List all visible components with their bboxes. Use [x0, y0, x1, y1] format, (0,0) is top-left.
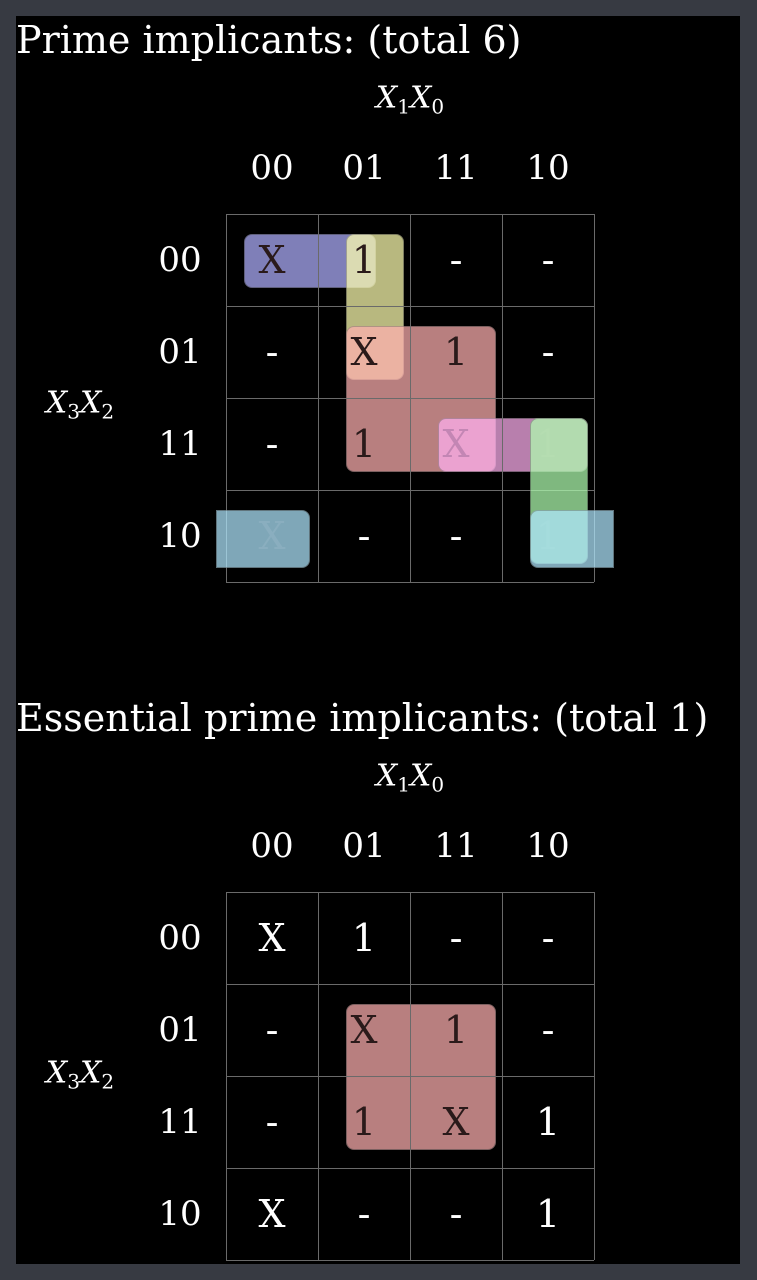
- section-heading: Essential prime implicants: (total 1): [16, 696, 709, 740]
- column-label: 11: [434, 148, 478, 188]
- var-letter: X: [375, 80, 398, 116]
- row-label: 01: [158, 1010, 202, 1050]
- map-cell: -: [265, 422, 279, 466]
- map-cell: 1: [351, 1100, 377, 1144]
- grid-line: [226, 398, 594, 399]
- map-cell: X: [258, 916, 286, 960]
- map-cell: -: [541, 916, 555, 960]
- map-cell: 1: [535, 1100, 561, 1144]
- implicant-highlight: [530, 510, 614, 568]
- var-subscript: 0: [431, 772, 445, 797]
- column-label: 00: [250, 148, 294, 188]
- map-cell: -: [449, 916, 463, 960]
- grid-line: [502, 892, 503, 1260]
- var-subscript: 1: [397, 94, 410, 119]
- map-cell: -: [265, 1100, 279, 1144]
- grid-line: [226, 1076, 594, 1077]
- var-letter: X: [410, 80, 432, 116]
- column-label: 01: [342, 826, 386, 866]
- map-cell: -: [265, 330, 279, 374]
- map-cell: -: [449, 1192, 463, 1236]
- map-cell: 1: [535, 1192, 561, 1236]
- map-cell: 1: [443, 330, 469, 374]
- map-cell: -: [357, 514, 371, 558]
- var-subscript: 3: [67, 399, 80, 424]
- map-cell: -: [265, 1008, 279, 1052]
- var-subscript: 0: [431, 94, 445, 119]
- row-label: 10: [158, 516, 202, 556]
- row-label: 11: [158, 424, 202, 464]
- column-label: 11: [434, 826, 478, 866]
- map-cell: -: [541, 1008, 555, 1052]
- var-subscript: 2: [101, 399, 115, 424]
- grid-line: [594, 892, 595, 1260]
- grid-line: [226, 1260, 594, 1261]
- section-heading: Prime implicants: (total 6): [16, 18, 522, 62]
- grid-line: [226, 582, 594, 583]
- var-subscript: 2: [101, 1069, 115, 1094]
- map-cell: -: [357, 1192, 371, 1236]
- map-cell: X: [350, 330, 378, 374]
- row-label: 01: [158, 332, 202, 372]
- map-cell: -: [449, 238, 463, 282]
- grid-line: [502, 214, 503, 582]
- map-cell: X: [442, 1100, 470, 1144]
- map-cell: X: [350, 1008, 378, 1052]
- map-cell: -: [541, 330, 555, 374]
- karnaugh-map-grid: X1---X1--1X1X--1: [216, 214, 614, 583]
- column-variables-label: X1X0: [375, 80, 445, 119]
- map-cell: 1: [351, 238, 377, 282]
- row-label: 00: [158, 240, 202, 280]
- column-label: 10: [526, 826, 570, 866]
- var-subscript: 3: [67, 1069, 80, 1094]
- var-letter: X: [80, 385, 102, 421]
- implicant-highlight: [216, 510, 310, 568]
- row-variables-label: X3X2: [45, 385, 115, 424]
- map-cell: X: [258, 1192, 286, 1236]
- var-letter: X: [375, 758, 398, 794]
- row-label: 00: [158, 918, 202, 958]
- var-subscript: 1: [397, 772, 410, 797]
- map-cell: X: [258, 238, 286, 282]
- column-label: 00: [250, 826, 294, 866]
- diagram-canvas: Prime implicants: (total 6) X1X0 X3X2 00 01 1…: [16, 16, 740, 1264]
- var-letter: X: [80, 1055, 102, 1091]
- grid-line: [226, 1168, 594, 1169]
- column-variables-label: X1X0: [375, 758, 445, 797]
- map-cell: 1: [351, 916, 377, 960]
- var-letter: X: [410, 758, 432, 794]
- column-label: 01: [342, 148, 386, 188]
- map-cell: 1: [351, 422, 377, 466]
- row-label: 11: [158, 1102, 202, 1142]
- map-cell: 1: [443, 1008, 469, 1052]
- map-cell: -: [541, 238, 555, 282]
- var-letter: X: [45, 1055, 68, 1091]
- map-cell: -: [449, 514, 463, 558]
- karnaugh-map-grid: X 1 - - - X 1 - - 1 X 1 X - - 1: [226, 892, 595, 1261]
- column-label: 10: [526, 148, 570, 188]
- var-letter: X: [45, 385, 68, 421]
- row-label: 10: [158, 1194, 202, 1234]
- row-variables-label: X3X2: [45, 1055, 115, 1094]
